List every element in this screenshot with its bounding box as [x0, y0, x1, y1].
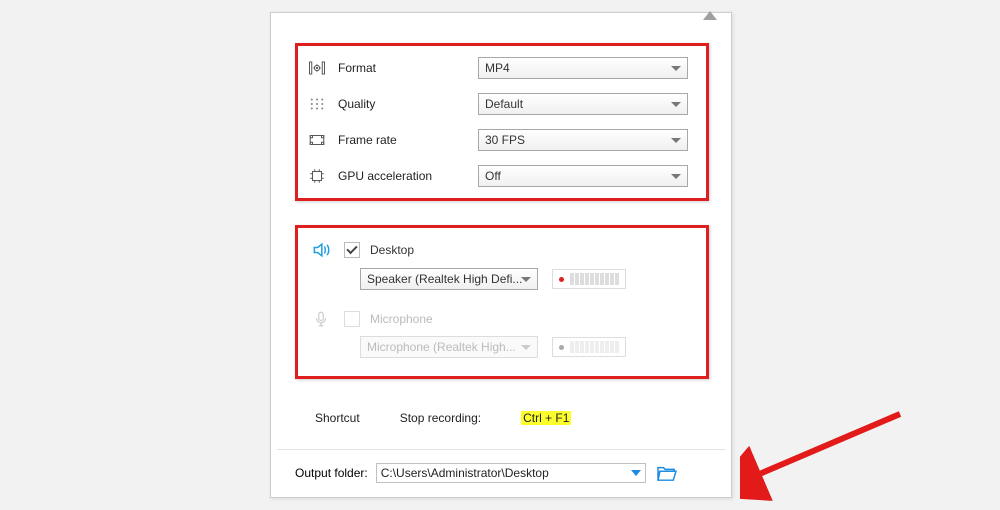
quality-value: Default	[485, 97, 523, 111]
desktop-audio-checkbox[interactable]	[344, 242, 360, 258]
speaker-icon	[308, 240, 334, 260]
output-folder-label: Output folder:	[295, 466, 368, 480]
shortcut-row: Shortcut Stop recording: Ctrl + F1	[315, 411, 571, 425]
framerate-dropdown[interactable]: 30 FPS	[478, 129, 688, 151]
audio-settings-section: Desktop Speaker (Realtek High Defi...	[295, 225, 709, 379]
level-bars	[570, 341, 619, 353]
microphone-device-row: Microphone (Realtek High...	[298, 336, 706, 358]
microphone-row: Microphone	[298, 310, 706, 328]
gpu-label: GPU acceleration	[338, 169, 478, 183]
chevron-down-icon	[671, 102, 681, 107]
settings-panel: Format MP4 Quality Default	[270, 12, 732, 498]
gpu-value: Off	[485, 169, 501, 183]
format-value: MP4	[485, 61, 510, 75]
annotation-arrow-icon	[740, 406, 920, 506]
divider	[277, 449, 725, 450]
quality-dropdown[interactable]: Default	[478, 93, 688, 115]
quality-row: Quality Default	[298, 86, 706, 122]
framerate-value: 30 FPS	[485, 133, 525, 147]
browse-folder-button[interactable]	[654, 463, 680, 483]
output-folder-path: C:\Users\Administrator\Desktop	[381, 466, 549, 480]
framerate-label: Frame rate	[338, 133, 478, 147]
microphone-device-dropdown: Microphone (Realtek High...	[360, 336, 538, 358]
output-folder-dropdown[interactable]: C:\Users\Administrator\Desktop	[376, 463, 646, 483]
record-indicator-icon	[559, 345, 564, 350]
microphone-level-meter	[552, 337, 626, 357]
microphone-icon	[308, 310, 334, 328]
desktop-device-row: Speaker (Realtek High Defi...	[298, 268, 706, 290]
chevron-down-icon	[671, 138, 681, 143]
desktop-audio-row: Desktop	[298, 240, 706, 260]
microphone-label: Microphone	[370, 312, 433, 326]
chevron-down-icon	[671, 174, 681, 179]
desktop-device-dropdown[interactable]: Speaker (Realtek High Defi...	[360, 268, 538, 290]
dots-grid-icon	[306, 93, 328, 115]
format-label: Format	[338, 61, 478, 75]
framerate-row: Frame rate 30 FPS	[298, 122, 706, 158]
microphone-device-value: Microphone (Realtek High...	[367, 340, 516, 354]
collapse-icon[interactable]	[703, 11, 717, 20]
format-row: Format MP4	[298, 50, 706, 86]
gpu-dropdown[interactable]: Off	[478, 165, 688, 187]
output-folder-row: Output folder: C:\Users\Administrator\De…	[295, 463, 680, 483]
chevron-down-icon	[521, 345, 531, 350]
chevron-down-icon	[631, 470, 641, 476]
desktop-level-meter	[552, 269, 626, 289]
chevron-down-icon	[671, 66, 681, 71]
stop-recording-key: Ctrl + F1	[521, 411, 571, 425]
desktop-audio-label: Desktop	[370, 243, 414, 257]
record-indicator-icon	[559, 277, 564, 282]
filmstrip-icon	[306, 129, 328, 151]
quality-label: Quality	[338, 97, 478, 111]
stop-recording-label: Stop recording:	[400, 411, 481, 425]
video-settings-section: Format MP4 Quality Default	[295, 43, 709, 201]
check-icon	[346, 243, 357, 254]
folder-open-icon	[656, 464, 678, 482]
desktop-device-value: Speaker (Realtek High Defi...	[367, 272, 522, 286]
level-bars	[570, 273, 619, 285]
shortcut-label: Shortcut	[315, 411, 360, 425]
microphone-checkbox[interactable]	[344, 311, 360, 327]
film-gear-icon	[306, 57, 328, 79]
format-dropdown[interactable]: MP4	[478, 57, 688, 79]
chip-icon	[306, 165, 328, 187]
chevron-down-icon	[521, 277, 531, 282]
gpu-row: GPU acceleration Off	[298, 158, 706, 194]
